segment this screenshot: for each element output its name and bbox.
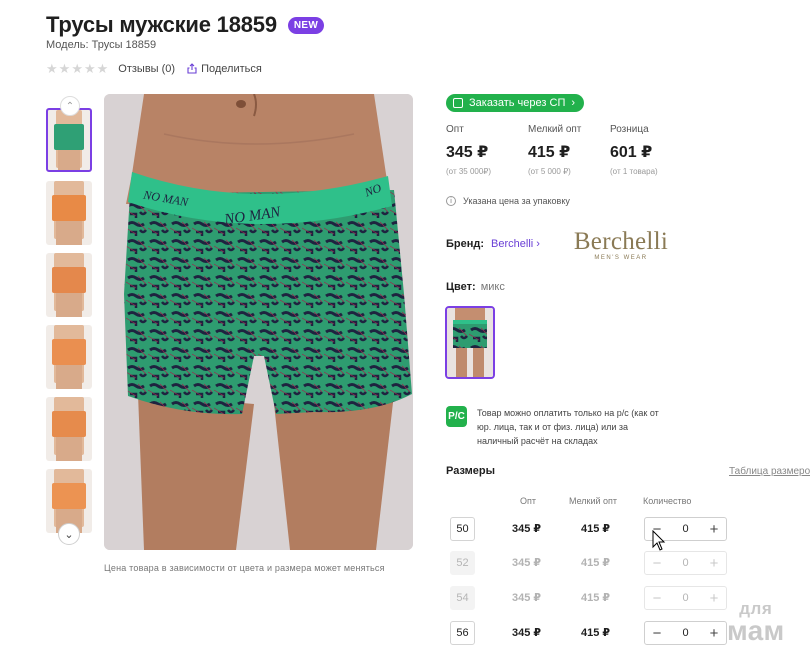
product-photo: NO MAN NO MAN NO bbox=[104, 94, 413, 550]
size-option: 52 bbox=[450, 551, 475, 575]
cart-icon bbox=[453, 98, 463, 108]
thumbnail-item[interactable] bbox=[46, 181, 92, 245]
quantity-input[interactable]: 0 bbox=[682, 523, 688, 535]
quantity-input: 0 bbox=[682, 592, 689, 604]
chevron-right-icon: › bbox=[571, 97, 576, 109]
color-row: Цвет: микс bbox=[446, 281, 505, 293]
chevron-up-icon[interactable]: ⌃ bbox=[60, 96, 80, 116]
size-price-opt: 345 ₽ bbox=[512, 523, 542, 535]
color-swatch-mix[interactable] bbox=[445, 306, 495, 379]
price-block: Опт 345 ₽ (от 35 000₽) Мелкий опт 415 ₽ … bbox=[446, 124, 692, 176]
price-value: 345 ₽ bbox=[446, 144, 489, 161]
color-label: Цвет: bbox=[446, 281, 476, 293]
size-price-small: 415 ₽ bbox=[581, 592, 611, 604]
title-row: Трусы мужские 18859 NEW bbox=[46, 12, 325, 38]
brand-link[interactable]: Berchelli › bbox=[491, 238, 540, 250]
star-icon: ★ bbox=[83, 61, 96, 76]
column-header-quantity: Количество bbox=[643, 496, 692, 506]
sizes-title: Размеры bbox=[446, 465, 496, 477]
plus-icon[interactable]: + bbox=[708, 522, 720, 537]
size-price-small: 415 ₽ bbox=[581, 523, 611, 535]
size-price-opt: 345 ₽ bbox=[512, 592, 542, 604]
thumbnail-item[interactable] bbox=[46, 108, 92, 172]
star-icon: ★ bbox=[71, 61, 83, 76]
price-condition: (от 5 000 ₽) bbox=[528, 167, 571, 176]
star-icon: ★ bbox=[58, 61, 71, 76]
size-price-small: 415 ₽ bbox=[581, 557, 611, 569]
chevron-right-icon: › bbox=[536, 238, 540, 250]
quantity-stepper: − 0 + bbox=[644, 621, 727, 645]
watermark-logo: для мам bbox=[727, 598, 785, 646]
share-label: Поделиться bbox=[201, 62, 262, 75]
pack-note-text: Указана цена за упаковку bbox=[463, 196, 570, 206]
model-label: Модель: Трусы 18859 bbox=[46, 39, 157, 51]
minus-icon: − bbox=[652, 589, 662, 607]
price-label: Розница bbox=[610, 124, 649, 135]
chevron-down-icon[interactable]: ⌄ bbox=[58, 523, 80, 545]
thumbnail-item[interactable] bbox=[46, 397, 92, 461]
order-via-sp-button[interactable]: Заказать через СП › bbox=[446, 94, 585, 112]
minus-icon: − bbox=[652, 554, 662, 572]
column-header-opt: Опт bbox=[520, 496, 536, 506]
payment-note: Р/С Товар можно оплатить только на р/с (… bbox=[446, 406, 667, 448]
quantity-stepper: − 0 + bbox=[644, 586, 727, 610]
pack-price-note: i Указана цена за упаковку bbox=[446, 196, 570, 206]
rating-stars[interactable]: ★ ★ ★ ★ ★ bbox=[46, 62, 108, 75]
plus-icon: + bbox=[709, 554, 719, 572]
main-product-image[interactable]: NO MAN NO MAN NO bbox=[104, 94, 413, 550]
size-row: 52 345 ₽ 415 ₽ − 0 + bbox=[450, 551, 810, 575]
plus-icon[interactable]: + bbox=[708, 626, 720, 641]
share-icon bbox=[187, 63, 197, 74]
price-condition: (от 35 000₽) bbox=[446, 167, 492, 176]
price-small-wholesale: Мелкий опт 415 ₽ (от 5 000 ₽) bbox=[528, 124, 610, 176]
size-price-opt: 345 ₽ bbox=[512, 627, 542, 639]
thumbnail-item[interactable] bbox=[46, 325, 92, 389]
brand-logo[interactable]: Berchelli MEN'S WEAR bbox=[566, 228, 676, 261]
size-row: 50 345 ₽ 415 ₽ − 0 + bbox=[450, 517, 810, 541]
minus-icon[interactable]: − bbox=[651, 626, 663, 641]
price-variation-note: Цена товара в зависимости от цвета и раз… bbox=[104, 563, 385, 573]
price-retail: Розница 601 ₽ (от 1 товара) bbox=[610, 124, 692, 176]
rating-row: ★ ★ ★ ★ ★ Отзывы (0) Поделиться bbox=[46, 62, 262, 75]
share-button[interactable]: Поделиться bbox=[187, 63, 262, 75]
brand-logo-text: Berchelli bbox=[573, 228, 669, 255]
price-value: 601 ₽ bbox=[610, 144, 653, 161]
color-value: микс bbox=[480, 281, 505, 293]
size-option[interactable]: 50 bbox=[450, 517, 475, 541]
brand-row: Бренд: Berchelli › bbox=[446, 238, 540, 250]
star-icon: ★ bbox=[46, 61, 58, 76]
bank-account-icon: Р/С bbox=[446, 406, 467, 427]
price-value: 415 ₽ bbox=[528, 144, 571, 161]
size-table-link[interactable]: Таблица размеров bbox=[729, 466, 810, 477]
quantity-input: 0 bbox=[682, 557, 689, 569]
plus-icon: + bbox=[709, 589, 719, 607]
price-condition: (от 1 товара) bbox=[610, 167, 658, 176]
cursor-icon bbox=[652, 530, 666, 551]
size-price-small: 415 ₽ bbox=[581, 627, 611, 639]
price-label: Мелкий опт bbox=[528, 124, 582, 135]
thumbnail-item[interactable] bbox=[46, 253, 92, 317]
brand-logo-subtitle: MEN'S WEAR bbox=[594, 255, 648, 261]
info-icon: i bbox=[446, 196, 456, 206]
price-label: Опт bbox=[446, 124, 464, 135]
order-label: Заказать через СП bbox=[469, 97, 566, 109]
brand-name: Berchelli bbox=[491, 238, 534, 250]
reviews-link[interactable]: Отзывы (0) bbox=[118, 63, 175, 75]
size-option[interactable]: 56 bbox=[450, 621, 475, 645]
brand-label: Бренд: bbox=[446, 238, 485, 250]
star-icon: ★ bbox=[96, 61, 109, 76]
column-header-small-wholesale: Мелкий опт bbox=[569, 496, 618, 506]
quantity-input[interactable]: 0 bbox=[682, 627, 688, 639]
thumbnail-strip: ⌃ ⌄ bbox=[46, 96, 94, 548]
size-price-opt: 345 ₽ bbox=[512, 557, 542, 569]
payment-text: Товар можно оплатить только на р/с (как … bbox=[477, 408, 659, 446]
page-title: Трусы мужские 18859 bbox=[46, 12, 277, 37]
price-wholesale: Опт 345 ₽ (от 35 000₽) bbox=[446, 124, 528, 176]
size-option: 54 bbox=[450, 586, 475, 610]
new-badge: NEW bbox=[287, 16, 325, 34]
watermark-bottom: мам bbox=[727, 615, 785, 646]
quantity-stepper: − 0 + bbox=[644, 551, 727, 575]
